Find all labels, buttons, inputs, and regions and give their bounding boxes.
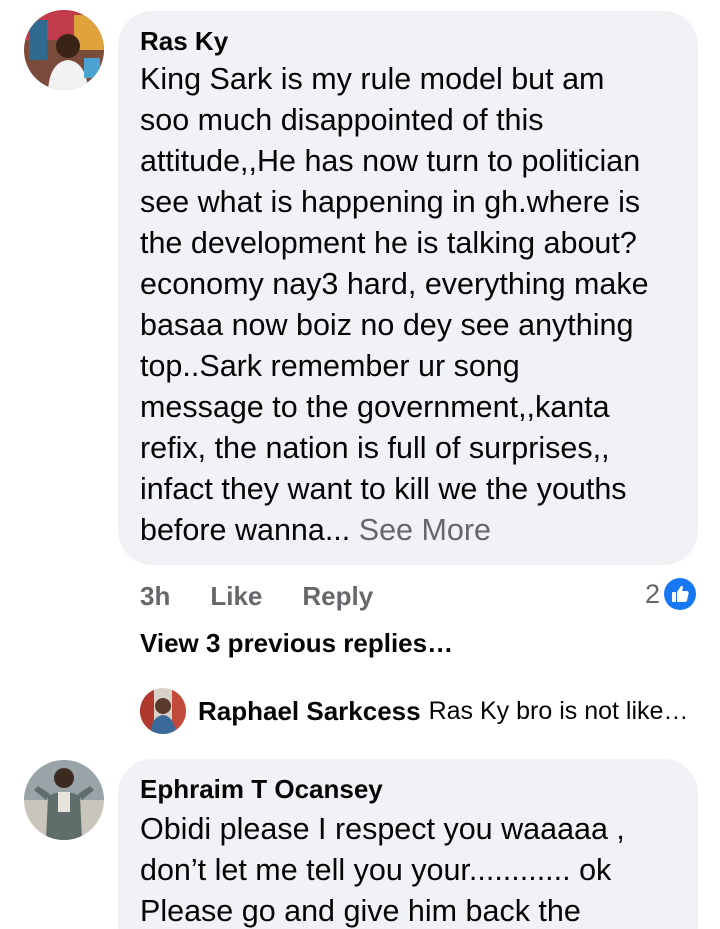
- reply-button[interactable]: Reply: [302, 581, 373, 612]
- comment-line: message to the government,,kanta: [140, 390, 610, 424]
- comment-author[interactable]: Ephraim T Ocansey: [140, 774, 383, 805]
- comment-line: economy nay3 hard, everything make: [140, 267, 649, 301]
- comment-line: before wanna...: [140, 513, 351, 547]
- reply-preview[interactable]: Raphael Sarkcess Ras Ky bro is not like…: [140, 686, 688, 736]
- comment-body: Obidi please I respect you waaaaa , don’t…: [140, 809, 625, 929]
- comment-last-line: before wanna... See More: [140, 510, 649, 551]
- profile-photo-icon: [140, 688, 186, 734]
- reaction-count: 2: [644, 578, 660, 609]
- comment-timestamp[interactable]: 3h: [140, 581, 170, 612]
- profile-photo-icon: [24, 10, 104, 90]
- reply-author[interactable]: Raphael Sarkcess: [198, 696, 421, 727]
- comment-line: refix, the nation is full of surprises,,: [140, 431, 610, 465]
- comment-line: see what is happening in gh.where is: [140, 185, 641, 219]
- thumbs-up-icon: [664, 578, 696, 610]
- avatar[interactable]: [24, 10, 104, 90]
- comment-line: don’t let me tell you your............ o…: [140, 853, 612, 887]
- comment-line: the development he is talking about?: [140, 226, 637, 260]
- view-previous-replies-link[interactable]: View 3 previous replies…: [140, 628, 453, 659]
- comment-author[interactable]: Ras Ky: [140, 26, 228, 57]
- comment-actions: 3h Like Reply: [140, 578, 373, 614]
- reaction-summary[interactable]: 2: [645, 576, 696, 612]
- comment-line: soo much disappointed of this: [140, 103, 544, 137]
- comments-thread: Ras Ky King Sark is my rule model but am…: [0, 0, 720, 929]
- comment-line: King Sark is my rule model but am: [140, 62, 605, 96]
- comment-body: King Sark is my rule model but am soo muc…: [140, 59, 649, 551]
- avatar[interactable]: [24, 760, 104, 840]
- comment-line: top..Sark remember ur song: [140, 349, 520, 383]
- comment-line: basaa now boiz no dey see anything: [140, 308, 634, 342]
- like-button[interactable]: Like: [210, 581, 262, 612]
- avatar[interactable]: [140, 688, 186, 734]
- reply-text: Ras Ky bro is not like…: [428, 696, 689, 725]
- profile-photo-icon: [24, 760, 104, 840]
- comment-line: infact they want to kill we the youths: [140, 472, 627, 506]
- comment-line: Obidi please I respect you waaaaa ,: [140, 812, 625, 846]
- comment-line: attitude,,He has now turn to politician: [140, 144, 641, 178]
- see-more-link[interactable]: See More: [359, 513, 491, 547]
- comment-line: Please go and give him back the: [140, 894, 581, 928]
